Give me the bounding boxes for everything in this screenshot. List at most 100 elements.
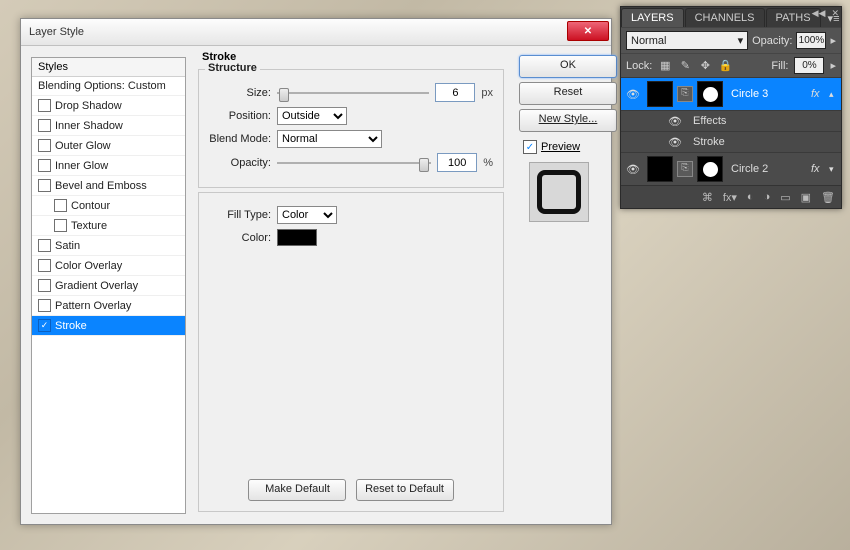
ok-button[interactable]: OK — [519, 55, 617, 78]
style-color-overlay[interactable]: Color Overlay — [32, 256, 185, 276]
close-icon[interactable]: ✕ — [831, 8, 839, 19]
style-drop-shadow[interactable]: Drop Shadow — [32, 96, 185, 116]
preview-shape-icon — [537, 170, 581, 214]
layer-mask-thumbnail[interactable] — [697, 81, 723, 107]
fill-type-label: Fill Type: — [209, 209, 271, 221]
style-contour[interactable]: Contour — [32, 196, 185, 216]
position-label: Position: — [209, 110, 271, 122]
lock-transparency-icon[interactable]: ▦ — [658, 59, 672, 72]
link-icon[interactable]: ⎘ — [677, 161, 693, 177]
layer-name[interactable]: Circle 3 — [725, 88, 811, 100]
tab-layers[interactable]: LAYERS — [621, 8, 684, 27]
opacity-input[interactable] — [437, 153, 477, 172]
layer-row[interactable]: 👁 ⎘ Circle 3 fx ▴ — [621, 77, 841, 110]
visibility-eye-icon[interactable]: 👁 — [665, 115, 685, 128]
layer-name[interactable]: Circle 2 — [725, 163, 811, 175]
style-inner-glow[interactable]: Inner Glow — [32, 156, 185, 176]
style-inner-shadow[interactable]: Inner Shadow — [32, 116, 185, 136]
style-texture[interactable]: Texture — [32, 216, 185, 236]
checkbox-icon[interactable] — [523, 140, 537, 154]
effects-row[interactable]: 👁Effects — [621, 110, 841, 131]
slider-thumb-icon[interactable] — [419, 158, 429, 172]
trash-icon[interactable]: 🗑 — [821, 191, 835, 204]
checkbox-icon[interactable] — [54, 199, 67, 212]
checkbox-icon[interactable] — [38, 179, 51, 192]
new-layer-icon[interactable]: ▣ — [801, 191, 811, 204]
checkbox-icon[interactable] — [38, 99, 51, 112]
structure-group: Structure Size: px Position: Outside Ble… — [198, 69, 504, 188]
slider-thumb-icon[interactable] — [279, 88, 289, 102]
style-gradient-overlay[interactable]: Gradient Overlay — [32, 276, 185, 296]
checkbox-icon[interactable] — [38, 259, 51, 272]
styles-list: Styles Blending Options: Custom Drop Sha… — [31, 57, 186, 514]
fx-badge[interactable]: fx — [811, 163, 829, 175]
stroke-effect-row[interactable]: 👁Stroke — [621, 131, 841, 152]
make-default-button[interactable]: Make Default — [248, 479, 346, 501]
fx-badge[interactable]: fx — [811, 88, 829, 100]
lock-brush-icon[interactable]: ✎ — [678, 59, 692, 72]
lock-move-icon[interactable]: ✥ — [698, 59, 712, 72]
checkbox-icon[interactable] — [54, 219, 67, 232]
chevron-right-icon[interactable]: ▸ — [830, 59, 836, 72]
layer-list: 👁 ⎘ Circle 3 fx ▴ 👁Effects 👁Stroke 👁 ⎘ C… — [621, 77, 841, 185]
link-icon[interactable]: ⎘ — [677, 86, 693, 102]
new-style-button[interactable]: New Style... — [519, 109, 617, 132]
fx-menu-icon[interactable]: fx▾ — [723, 191, 737, 204]
style-outer-glow[interactable]: Outer Glow — [32, 136, 185, 156]
lock-all-icon[interactable]: 🔒 — [718, 59, 732, 72]
size-input[interactable] — [435, 83, 475, 102]
fill-type-select[interactable]: Color — [277, 206, 337, 224]
dialog-titlebar[interactable]: Layer Style ✕ — [21, 19, 611, 46]
folder-icon[interactable]: ▭ — [780, 191, 790, 204]
layer-row[interactable]: 👁 ⎘ Circle 2 fx ▾ — [621, 152, 841, 185]
visibility-eye-icon[interactable]: 👁 — [621, 88, 645, 101]
blend-mode-dropdown[interactable]: Normal▾ — [626, 31, 748, 50]
chevron-down-icon[interactable]: ▾ — [829, 164, 841, 175]
layer-thumbnail[interactable] — [647, 81, 673, 107]
panel-collapse-controls[interactable]: ◀◀ ✕ — [812, 8, 839, 19]
chevron-left-icon[interactable]: ◀◀ — [812, 8, 826, 19]
style-stroke[interactable]: Stroke — [32, 316, 185, 336]
blend-mode-select[interactable]: Normal — [277, 130, 382, 148]
layers-bottom-bar: ⌘ fx▾ ◐ ◑ ▭ ▣ 🗑 — [621, 185, 841, 208]
reset-button[interactable]: Reset — [519, 82, 617, 105]
fill-label: Fill: — [771, 60, 788, 72]
chevron-up-icon[interactable]: ▴ — [829, 89, 841, 100]
adjustment-icon[interactable]: ◑ — [764, 191, 771, 203]
size-label: Size: — [209, 87, 271, 99]
layer-style-dialog: Layer Style ✕ Styles Blending Options: C… — [20, 18, 612, 525]
link-layers-icon[interactable]: ⌘ — [702, 191, 713, 204]
group-label-structure: Structure — [205, 62, 260, 74]
layer-thumbnail[interactable] — [647, 156, 673, 182]
close-icon: ✕ — [584, 26, 592, 37]
style-satin[interactable]: Satin — [32, 236, 185, 256]
mask-icon[interactable]: ◐ — [747, 191, 754, 203]
opacity-label: Opacity: — [752, 35, 792, 47]
styles-header[interactable]: Styles — [32, 58, 185, 77]
style-bevel-emboss[interactable]: Bevel and Emboss — [32, 176, 185, 196]
style-pattern-overlay[interactable]: Pattern Overlay — [32, 296, 185, 316]
opacity-slider[interactable] — [277, 157, 431, 169]
color-swatch[interactable] — [277, 229, 317, 246]
size-unit: px — [481, 87, 493, 99]
chevron-right-icon[interactable]: ▸ — [830, 34, 836, 47]
checkbox-icon[interactable] — [38, 139, 51, 152]
checkbox-icon[interactable] — [38, 239, 51, 252]
tab-channels[interactable]: CHANNELS — [685, 8, 765, 27]
checkbox-icon[interactable] — [38, 319, 51, 332]
checkbox-icon[interactable] — [38, 159, 51, 172]
fill-value[interactable]: 0% — [794, 57, 824, 74]
preview-toggle[interactable]: Preview — [523, 140, 595, 154]
layer-mask-thumbnail[interactable] — [697, 156, 723, 182]
blending-options-row[interactable]: Blending Options: Custom — [32, 77, 185, 96]
size-slider[interactable] — [277, 87, 429, 99]
checkbox-icon[interactable] — [38, 279, 51, 292]
reset-default-button[interactable]: Reset to Default — [356, 479, 454, 501]
visibility-eye-icon[interactable]: 👁 — [665, 136, 685, 149]
close-button[interactable]: ✕ — [567, 21, 609, 41]
position-select[interactable]: Outside — [277, 107, 347, 125]
opacity-value[interactable]: 100% — [796, 32, 826, 49]
checkbox-icon[interactable] — [38, 299, 51, 312]
checkbox-icon[interactable] — [38, 119, 51, 132]
visibility-eye-icon[interactable]: 👁 — [621, 163, 645, 176]
